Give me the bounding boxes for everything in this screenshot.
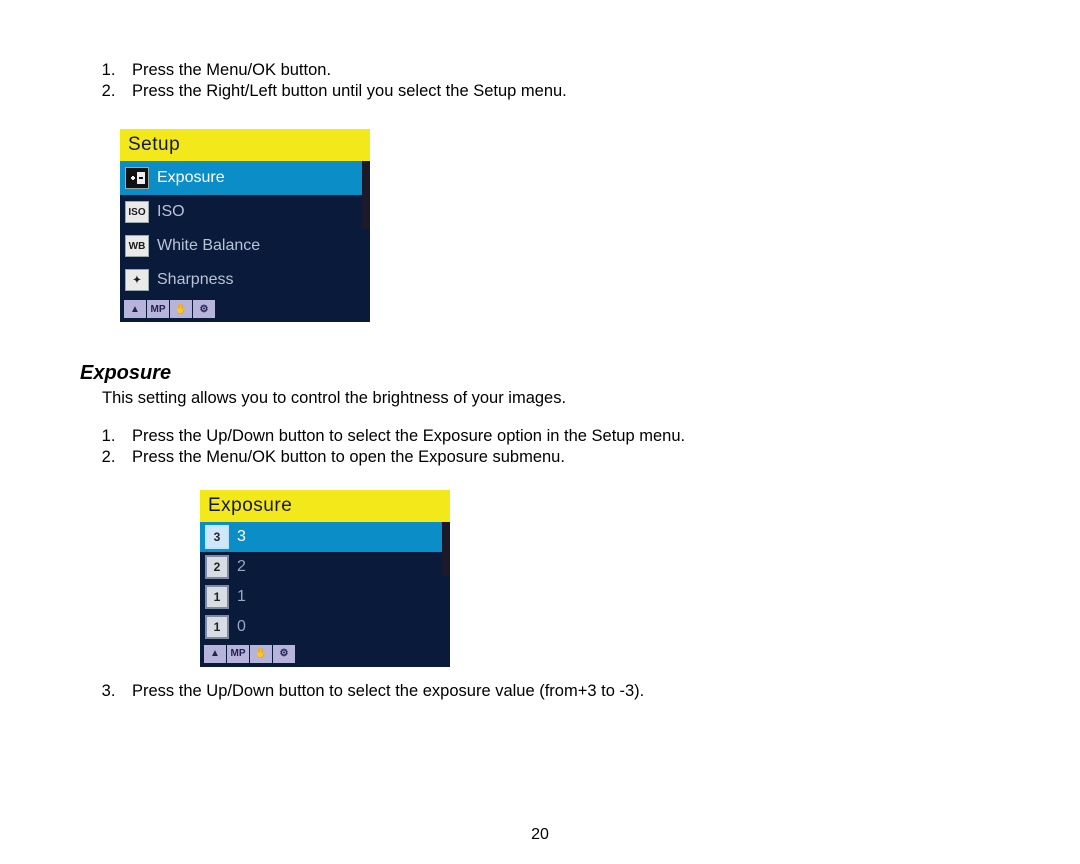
screen-title: Exposure [200, 490, 450, 522]
exposure-value-icon: 1 [205, 585, 229, 609]
wb-icon: WB [125, 235, 149, 257]
exposure-option-1: 1 1 [200, 582, 450, 612]
mid-steps-list: Press the Up/Down button to select the E… [80, 426, 1000, 467]
step-item: Press the Right/Left button until you se… [120, 81, 1000, 102]
exposure-value-icon: 3 [205, 525, 229, 549]
after-steps-list: Press the Up/Down button to select the e… [80, 681, 1000, 702]
iso-icon: ISO [125, 201, 149, 223]
exposure-option-2: 2 2 [200, 552, 450, 582]
section-description: This setting allows you to control the b… [102, 389, 1000, 408]
hand-icon: ✋ [250, 645, 272, 663]
exposure-value-icon: 1 [205, 615, 229, 639]
scrollbar [362, 161, 370, 297]
hand-icon: ✋ [170, 300, 192, 318]
mode-icon: ▲ [124, 300, 146, 318]
exposure-value-label: 3 [237, 528, 246, 546]
menu-item-sharpness: ✦ Sharpness [120, 263, 370, 297]
scrollbar [442, 522, 450, 642]
setup-menu-screenshot: Setup Exposure ISO ISO WB White Balance … [120, 129, 370, 322]
menu-item-label: ISO [157, 203, 185, 221]
menu-item-iso: ISO ISO [120, 195, 370, 229]
screen-title: Setup [120, 129, 370, 161]
exposure-submenu-screenshot: Exposure 3 3 2 2 1 1 1 0 ▲ MP [200, 490, 450, 667]
menu-item-exposure: Exposure [120, 161, 370, 195]
step-item: Press the Menu/OK button. [120, 60, 1000, 81]
sharpness-icon: ✦ [125, 269, 149, 291]
menu-item-label: Exposure [157, 169, 225, 187]
exposure-option-3: 3 3 [200, 522, 450, 552]
mode-icon: ▲ [204, 645, 226, 663]
settings-icon: ⚙ [273, 645, 295, 663]
scrollbar-thumb [362, 161, 370, 229]
exposure-value-label: 0 [237, 618, 246, 636]
step-item: Press the Menu/OK button to open the Exp… [120, 447, 1000, 468]
menu-item-white-balance: WB White Balance [120, 229, 370, 263]
exposure-icon [125, 167, 149, 189]
settings-icon: ⚙ [193, 300, 215, 318]
mp-icon: MP [227, 645, 249, 663]
section-heading-exposure: Exposure [80, 362, 1000, 385]
bottom-tab-icons: ▲ MP ✋ ⚙ [120, 297, 370, 322]
bottom-tab-icons: ▲ MP ✋ ⚙ [200, 642, 450, 667]
exposure-value-label: 2 [237, 558, 246, 576]
mp-icon: MP [147, 300, 169, 318]
step-item: Press the Up/Down button to select the e… [120, 681, 1000, 702]
page-number: 20 [0, 826, 1080, 844]
top-steps-list: Press the Menu/OK button. Press the Righ… [80, 60, 1000, 101]
menu-item-label: White Balance [157, 237, 260, 255]
exposure-value-label: 1 [237, 588, 246, 606]
menu-item-label: Sharpness [157, 271, 234, 289]
step-item: Press the Up/Down button to select the E… [120, 426, 1000, 447]
exposure-value-icon: 2 [205, 555, 229, 579]
scrollbar-thumb [442, 522, 450, 576]
exposure-option-0: 1 0 [200, 612, 450, 642]
